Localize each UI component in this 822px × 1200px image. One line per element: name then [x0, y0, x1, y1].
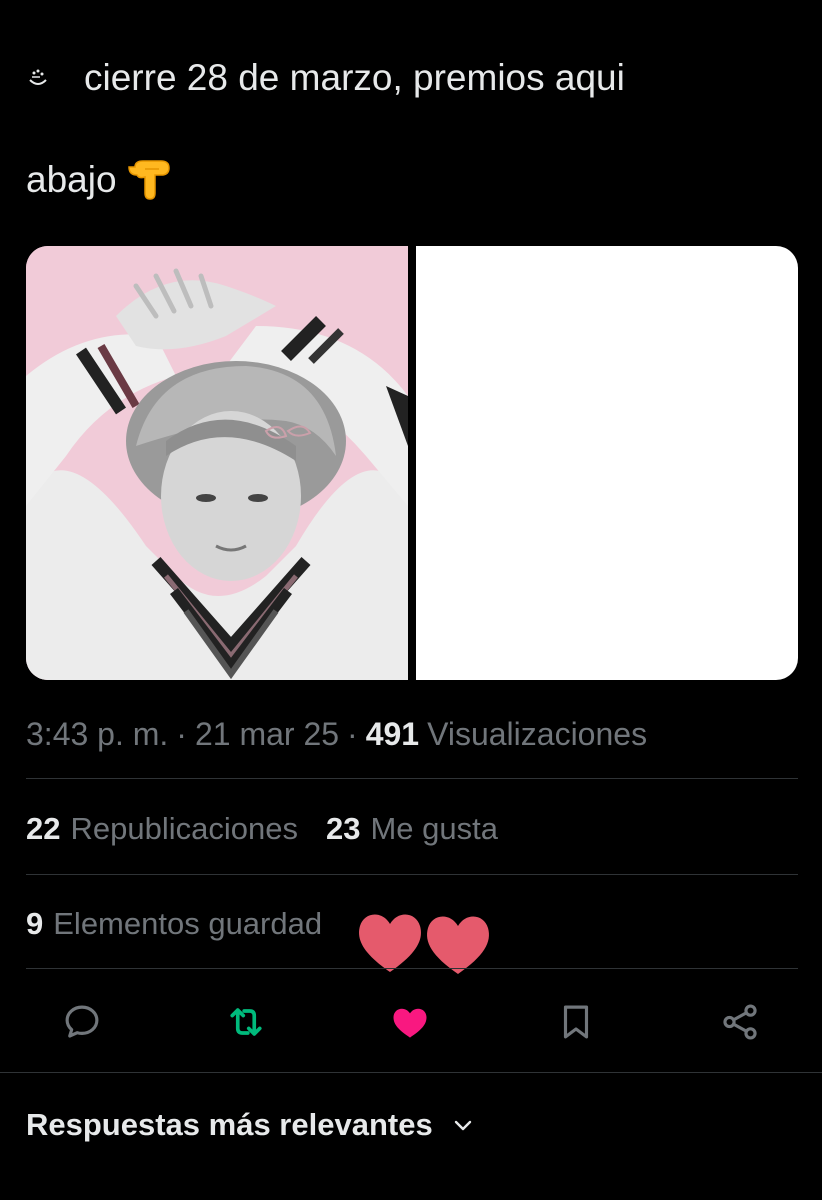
- meta-separator-2: ·: [347, 715, 358, 752]
- divider: [26, 874, 798, 875]
- likes-label: Me gusta: [370, 811, 498, 846]
- pointing-down-hand-emoji: [127, 160, 170, 200]
- divider: [26, 778, 798, 779]
- reply-icon: [65, 1005, 99, 1038]
- repost-button[interactable]: [222, 998, 270, 1046]
- person-photo-illustration: [26, 246, 408, 680]
- hearts-sticker-icon: [359, 914, 489, 974]
- like-button[interactable]: [386, 998, 434, 1046]
- tweet-line-2-text: abajo: [26, 159, 117, 200]
- bookmarks-count: 9: [26, 906, 44, 941]
- small-swirl-icon: [29, 69, 47, 85]
- reply-button[interactable]: [58, 998, 106, 1046]
- reposts-label: Republicaciones: [70, 811, 298, 846]
- tweet-media[interactable]: [26, 246, 798, 680]
- bookmarks-stat[interactable]: 9 Elementos guardad: [26, 902, 322, 946]
- media-photo-left[interactable]: [26, 246, 408, 680]
- tweet-meta: 3:43 p. m. · 21 mar 25 · 491 Visualizaci…: [26, 712, 647, 756]
- share-button[interactable]: [716, 998, 764, 1046]
- tweet-text: cierre 28 de marzo, premios aqui abajo: [26, 52, 806, 206]
- media-photo-right[interactable]: [416, 246, 798, 680]
- replies-sort-dropdown[interactable]: Respuestas más relevantes: [26, 1102, 475, 1148]
- tweet-time[interactable]: 3:43 p. m.: [26, 716, 168, 753]
- reposts-count: 22: [26, 811, 61, 846]
- replies-sort-label: Respuestas más relevantes: [26, 1107, 433, 1142]
- divider: [0, 1072, 822, 1073]
- action-bar: [0, 998, 822, 1048]
- likes-stat[interactable]: 23 Me gusta: [326, 811, 498, 847]
- reposts-stat[interactable]: 22 Republicaciones: [26, 811, 298, 847]
- bookmark-button[interactable]: [552, 998, 600, 1046]
- bookmarks-label: Elementos guardad: [53, 906, 323, 941]
- engagement-stats: 22 Republicaciones 23 Me gusta: [26, 807, 498, 851]
- heart-icon: [393, 1008, 427, 1038]
- share-icon: [723, 1004, 757, 1040]
- chevron-down-icon: [454, 1120, 471, 1131]
- meta-separator-1: ·: [176, 715, 187, 752]
- divider: [26, 968, 798, 969]
- likes-count: 23: [325, 811, 361, 846]
- views-count: 491: [365, 715, 420, 752]
- tweet-line-1: cierre 28 de marzo, premios aqui: [26, 52, 806, 104]
- views-label: Visualizaciones: [427, 715, 648, 752]
- repost-icon: [230, 1008, 262, 1036]
- tweet-line-1-text: cierre 28 de marzo, premios aqui: [84, 57, 625, 98]
- tweet-line-2: abajo: [26, 154, 806, 206]
- bookmark-icon: [563, 1005, 589, 1039]
- tweet-date[interactable]: 21 mar 25: [195, 716, 339, 753]
